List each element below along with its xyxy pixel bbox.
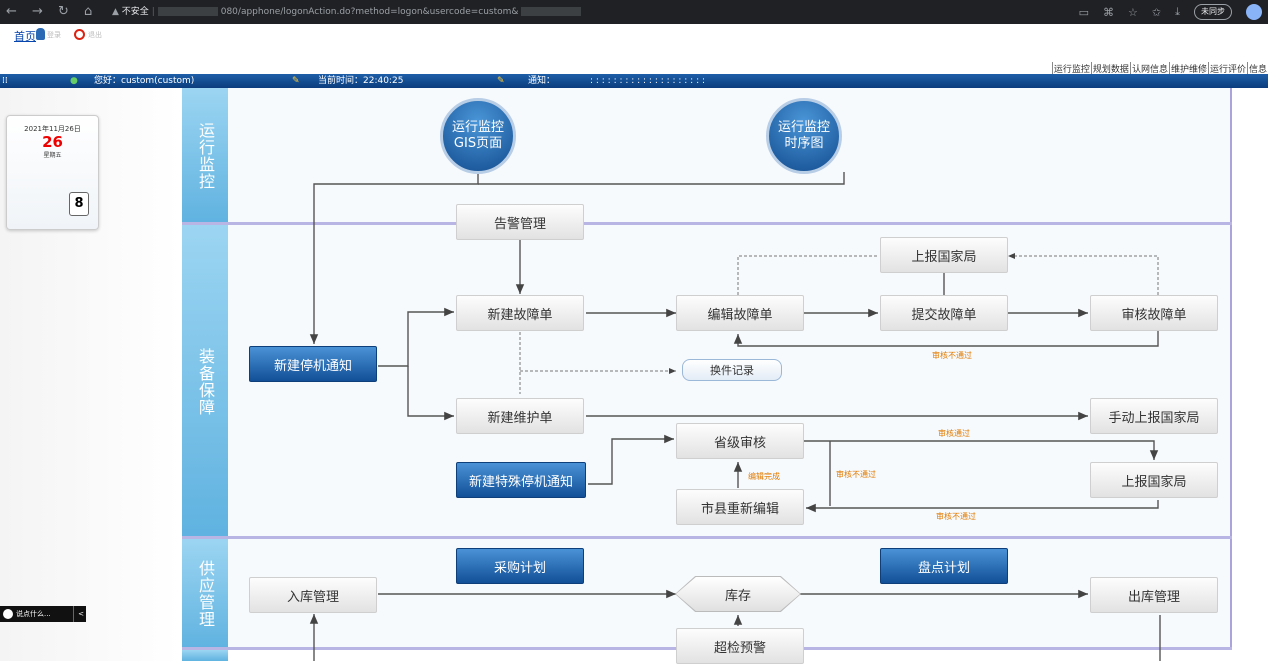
city-reedit-node[interactable]: 市县重新编辑 <box>676 489 804 525</box>
home-icon[interactable]: ⌂ <box>84 4 92 19</box>
inventory-plan-node[interactable]: 盘点计划 <box>880 548 1008 584</box>
browser-toolbar: ← → ↻ ⌂ ▲ 不安全 | 080/apphone/logonAction.d… <box>0 0 1268 24</box>
app-header: 首页 登录 退出 运行监控 规划数据 认网信息 维护维修 运行评价 信息 <box>0 24 1268 75</box>
chat-icon <box>3 609 13 619</box>
review-fail-note: 审核不通过 <box>932 351 972 360</box>
chat-widget[interactable]: 说点什么... < <box>0 606 86 622</box>
redacted-param <box>521 7 582 16</box>
stock-node[interactable]: 库存 <box>676 577 800 611</box>
new-fault-node[interactable]: 新建故障单 <box>456 295 584 331</box>
review-fault-node[interactable]: 审核故障单 <box>1090 295 1218 331</box>
redacted-host <box>157 7 218 16</box>
submit-fault-node[interactable]: 提交故障单 <box>880 295 1008 331</box>
gis-page-label: 运行监控 GIS页面 <box>451 120 504 151</box>
timeline-node[interactable]: 运行监控 时序图 <box>766 98 842 174</box>
time-text: 当前时间：22:40:25 <box>318 76 404 86</box>
chat-collapse-button[interactable]: < <box>73 606 84 622</box>
security-label: 不安全 <box>121 7 149 17</box>
download-icon[interactable]: ⤓ <box>1175 5 1180 19</box>
forward-icon[interactable]: → <box>32 4 43 19</box>
report-bureau-node[interactable]: 上报国家局 <box>1090 462 1218 498</box>
manual-report-node[interactable]: 手动上报国家局 <box>1090 398 1218 434</box>
back-icon[interactable]: ← <box>6 4 17 19</box>
calendar-icon: 8 <box>69 192 89 216</box>
calendar-day: 26 <box>42 133 63 151</box>
cast-icon[interactable]: ▭ <box>1079 6 1089 19</box>
gis-page-node[interactable]: 运行监控 GIS页面 <box>440 98 516 174</box>
new-stop-notice-node[interactable]: 新建停机通知 <box>249 346 377 382</box>
address-bar[interactable]: ▲ 不安全 | 080/apphone/logonAction.do?method… <box>112 3 1017 21</box>
logout-icon[interactable] <box>74 29 85 40</box>
edit-fault-node[interactable]: 编辑故障单 <box>676 295 804 331</box>
new-maint-node[interactable]: 新建维护单 <box>456 398 584 434</box>
user-small-label: 登录 <box>47 31 61 39</box>
stock-out-node[interactable]: 出库管理 <box>1090 577 1218 613</box>
edit-done-note: 编辑完成 <box>748 472 780 481</box>
purchase-plan-node[interactable]: 采购计划 <box>456 548 584 584</box>
favorite-icon[interactable]: ☆ <box>1128 6 1138 19</box>
url-text: 080/apphone/logonAction.do?method=logon&… <box>220 7 519 17</box>
clock-icon: ✎ <box>292 76 300 86</box>
profile-avatar[interactable] <box>1246 4 1262 20</box>
user-icon[interactable] <box>36 28 45 40</box>
menu-dots-icon[interactable]: ⁞⁞ <box>2 74 8 88</box>
chat-label: 说点什么... <box>16 610 51 618</box>
home-link[interactable]: 首页 <box>14 28 36 44</box>
calendar-weekday: 星期五 <box>43 152 62 159</box>
status-bar: ⁞⁞ ● 您好：custom(custom) ✎ 当前时间：22:40:25 ✎… <box>0 74 1268 88</box>
parts-record-node[interactable]: 换件记录 <box>682 359 782 381</box>
alarm-mgmt-node[interactable]: 告警管理 <box>456 204 584 240</box>
sync-button[interactable]: 未同步 <box>1194 4 1232 20</box>
collections-icon[interactable]: ✩ <box>1152 6 1161 19</box>
grid-icon[interactable]: ⌘ <box>1103 6 1114 19</box>
report-bureau-top-node[interactable]: 上报国家局 <box>880 237 1008 273</box>
greeting-text: 您好：custom(custom) <box>94 76 195 86</box>
review-fail-note-2: 审核不通过 <box>836 470 876 479</box>
timeline-label: 运行监控 时序图 <box>777 120 830 151</box>
review-fail-note-3: 审核不通过 <box>936 512 976 521</box>
logout-small-label: 退出 <box>88 31 102 39</box>
warning-icon: ▲ <box>112 7 122 17</box>
overdue-warning-node[interactable]: 超检预警 <box>676 628 804 664</box>
calendar-widget: 2021年11月26日 26 星期五 8 <box>6 115 99 230</box>
notice-label: 通知： <box>528 76 556 86</box>
new-special-stop-node[interactable]: 新建特殊停机通知 <box>456 462 586 498</box>
stock-in-node[interactable]: 入库管理 <box>249 577 377 613</box>
reload-icon[interactable]: ↻ <box>58 4 69 19</box>
review-pass-note: 审核通过 <box>938 429 970 438</box>
notice-icon: ✎ <box>497 76 505 86</box>
provincial-review-node[interactable]: 省级审核 <box>676 423 804 459</box>
user-status-icon: ● <box>70 76 78 86</box>
notice-marquee: : : : : : : : : : : : : : : : : : : : : <box>590 76 706 86</box>
